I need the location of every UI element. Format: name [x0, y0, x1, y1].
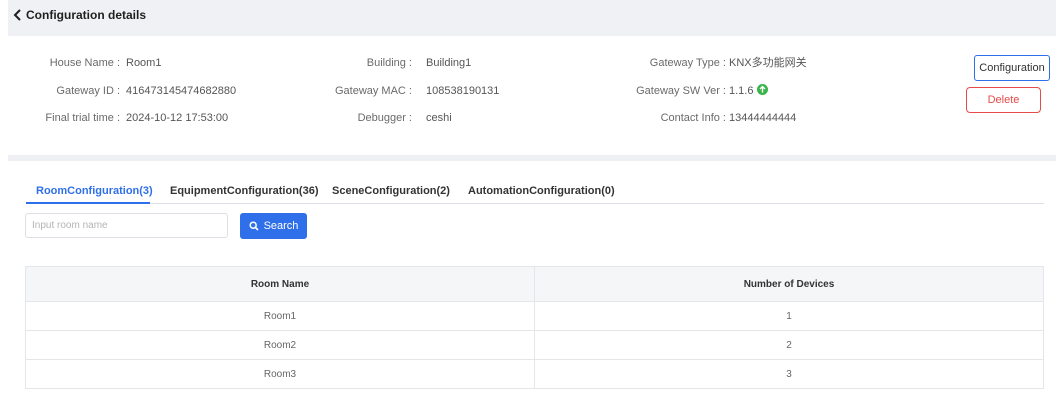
debugger-label: Debugger : — [357, 112, 412, 124]
table-row: Room2 2 — [25, 330, 1044, 360]
update-arrow-icon[interactable] — [757, 84, 769, 95]
column-header-room-name: Room Name — [25, 266, 535, 302]
gateway-sw-ver-field: Gateway SW Ver : 1.1.6 — [608, 82, 838, 100]
device-count-cell: 1 — [534, 301, 1044, 331]
gateway-sw-ver-value: 1.1.6 — [729, 85, 754, 97]
gateway-mac-field: Gateway MAC : 108538190131 — [308, 82, 538, 100]
room-name-cell: Room3 — [25, 359, 535, 389]
gateway-type-label: Gateway Type : — [649, 57, 726, 69]
page-title: Configuration details — [26, 8, 146, 22]
gateway-sw-ver-label: Gateway SW Ver : — [636, 85, 726, 97]
section-divider — [8, 155, 1056, 161]
contact-info-label: Contact Info : — [660, 112, 726, 124]
column-header-number-of-devices: Number of Devices — [534, 266, 1044, 302]
building-value: Building1 — [426, 57, 472, 69]
config-tabs: RoomConfiguration(3) EquipmentConfigurat… — [26, 182, 1044, 204]
active-tab-indicator — [26, 202, 150, 204]
tab-equipment-configuration[interactable]: EquipmentConfiguration(36) — [170, 185, 319, 197]
configuration-button[interactable]: Configuration — [974, 55, 1050, 81]
device-count-cell: 2 — [534, 330, 1044, 360]
house-name-value: Room1 — [126, 57, 162, 69]
page-header: Configuration details — [8, 0, 1056, 36]
room-name-cell: Room2 — [25, 330, 535, 360]
debugger-value: ceshi — [426, 112, 452, 124]
device-count-cell: 3 — [534, 359, 1044, 389]
search-icon — [249, 221, 259, 231]
gateway-id-field: Gateway ID : 416473145474682880 — [8, 82, 236, 100]
table-header-row: Room Name Number of Devices — [25, 266, 1044, 302]
house-name-field: House Name : Room1 — [8, 54, 228, 72]
delete-button[interactable]: Delete — [966, 87, 1041, 113]
search-button[interactable]: Search — [240, 213, 307, 239]
gateway-id-value: 416473145474682880 — [126, 85, 237, 97]
house-name-label: House Name : — [49, 57, 120, 69]
tab-room-configuration[interactable]: RoomConfiguration(3) — [36, 185, 153, 197]
final-trial-time-label: Final trial time : — [45, 112, 120, 124]
chevron-left-icon — [13, 9, 21, 21]
contact-info-field: Contact Info : 13444444444 — [608, 109, 838, 127]
final-trial-time-value: 2024-10-12 17:53:00 — [126, 112, 229, 124]
contact-info-value: 13444444444 — [729, 112, 797, 124]
final-trial-time-field: Final trial time : 2024-10-12 17:53:00 — [8, 109, 228, 127]
building-label: Building : — [366, 57, 412, 69]
rooms-table: Room Name Number of Devices Room1 1 Room… — [25, 266, 1044, 389]
debugger-field: Debugger : ceshi — [308, 109, 538, 127]
gateway-type-value: KNX多功能网关 — [729, 57, 807, 69]
tab-automation-configuration[interactable]: AutomationConfiguration(0) — [468, 185, 615, 197]
table-row: Room3 3 — [25, 359, 1044, 389]
gateway-type-field: Gateway Type : KNX多功能网关 — [608, 54, 838, 72]
building-field: Building : Building1 — [308, 54, 538, 72]
table-row: Room1 1 — [25, 301, 1044, 331]
room-search-input[interactable] — [25, 213, 228, 238]
back-button[interactable]: Configuration details — [12, 8, 146, 22]
gateway-info-panel: House Name : Room1 Gateway ID : 41647314… — [8, 36, 1056, 154]
tab-scene-configuration[interactable]: SceneConfiguration(2) — [332, 185, 450, 197]
gateway-id-label: Gateway ID : — [56, 85, 120, 97]
gateway-mac-value: 108538190131 — [426, 85, 500, 97]
gateway-mac-label: Gateway MAC : — [334, 85, 412, 97]
search-button-label: Search — [263, 220, 299, 232]
room-name-cell: Room1 — [25, 301, 535, 331]
